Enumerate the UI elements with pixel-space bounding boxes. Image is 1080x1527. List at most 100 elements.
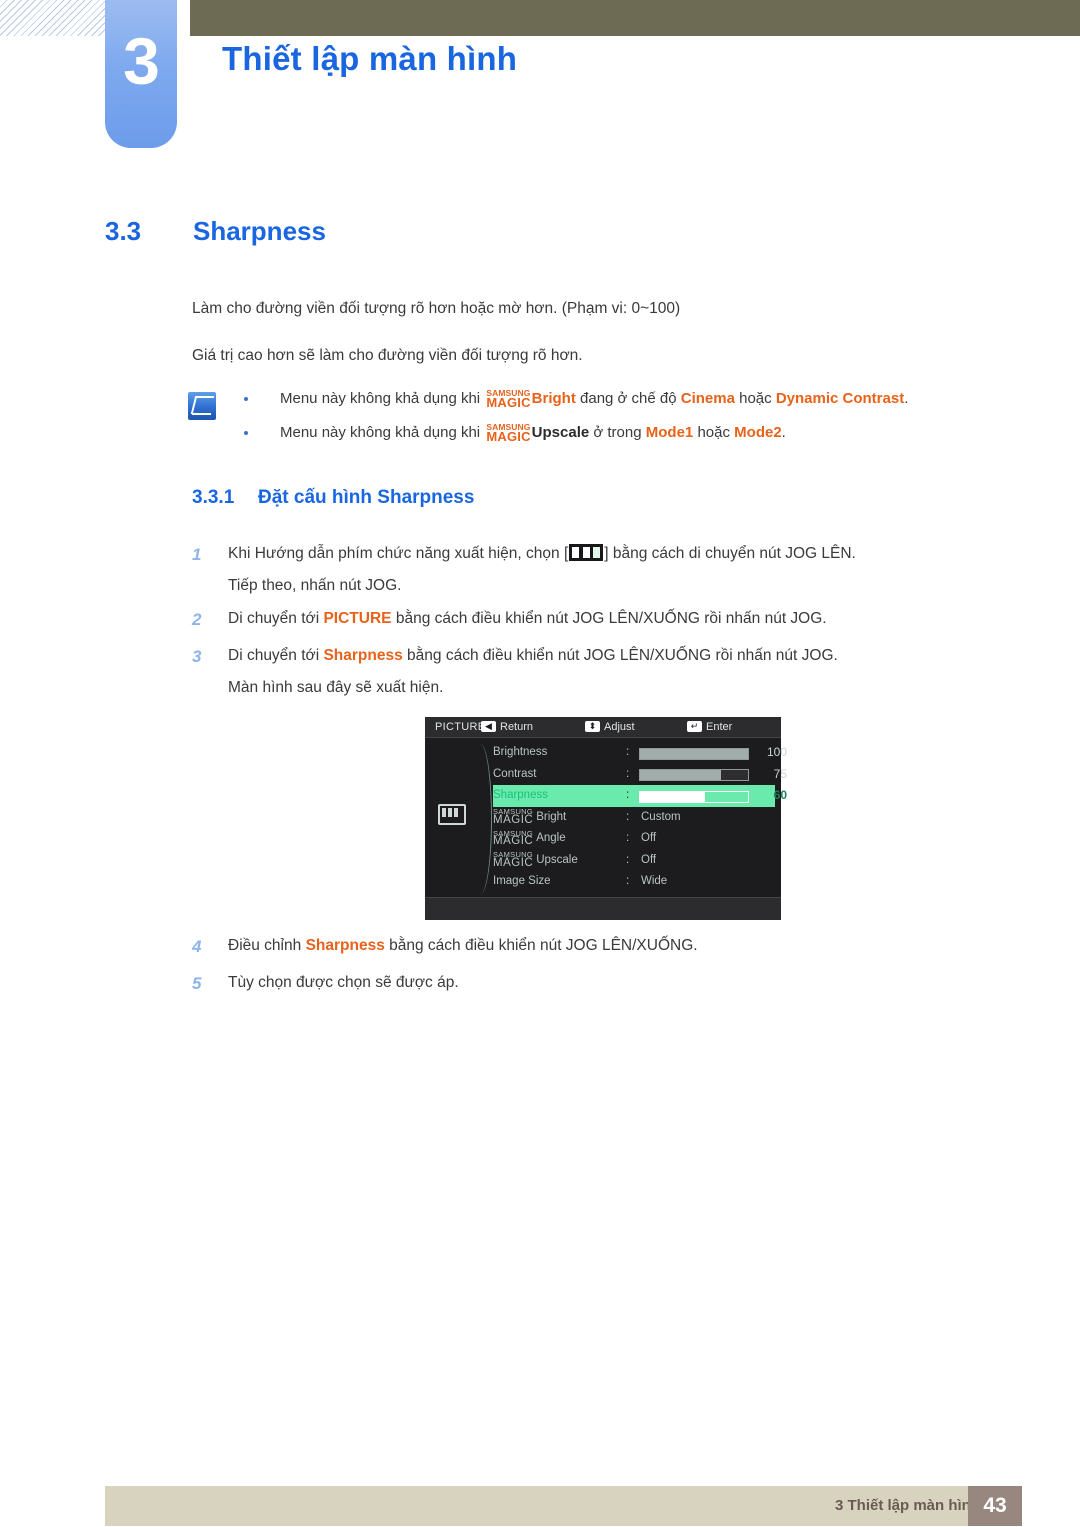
chapter-title: Thiết lập màn hình <box>222 40 518 77</box>
magic-bottom-text: MAGIC <box>493 813 534 826</box>
osd-row-label: Brightness <box>493 746 548 758</box>
intro-paragraph-2: Giá trị cao hơn sẽ làm cho đường viền đố… <box>192 347 583 364</box>
step-text: Điều chỉnh Sharpness bằng cách điều khiể… <box>192 935 1022 957</box>
osd-footer-return[interactable]: ◀ Return <box>481 721 533 733</box>
osd-slider-track <box>703 791 748 802</box>
section-number: 3.3 <box>105 216 142 246</box>
osd-row-magic-upscale[interactable]: SAMSUNG MAGIC Upscale : Off <box>493 850 775 872</box>
step-number: 5 <box>192 974 202 993</box>
step-number: 3 <box>192 647 202 666</box>
picture-menu-icon <box>569 544 604 561</box>
osd-footer-adjust[interactable]: ⬍ Adjust <box>585 721 635 733</box>
note-period: . <box>781 424 786 441</box>
osd-menu-image: PICTURE Brightness : 100 Contrast : 75 S… <box>425 717 787 920</box>
osd-row-colon: : <box>626 789 630 801</box>
osd-slider[interactable] <box>639 769 749 781</box>
osd-row-colon: : <box>626 746 630 758</box>
osd-row-list: Brightness : 100 Contrast : 75 Sharpness… <box>493 742 787 893</box>
note-block: Menu này không khả dụng khi SAMSUNG MAGIC… <box>188 388 1018 456</box>
osd-body: Brightness : 100 Contrast : 75 Sharpness… <box>425 738 787 920</box>
step-text-part-a: Khi Hướng dẫn phím chức năng xuất hiện, … <box>228 545 569 562</box>
osd-row-colon: : <box>626 832 630 844</box>
step-text-part-b: bằng cách điều khiển nút JOG LÊN/XUỐNG r… <box>407 647 838 664</box>
step-text-part-a: Điều chỉnh <box>228 937 302 954</box>
step-4: 4 Điều chỉnh Sharpness bằng cách điều kh… <box>192 935 1022 957</box>
enter-key-icon: ↵ <box>687 721 702 732</box>
osd-row-magic-angle[interactable]: SAMSUNG MAGIC Angle : Off <box>493 828 775 850</box>
note-text-mid: ở trong <box>593 424 642 441</box>
icon-bar-1 <box>442 808 446 817</box>
samsung-magic-logo: SAMSUNG MAGIC <box>493 829 534 847</box>
osd-row-label: Image Size <box>493 875 551 887</box>
note-item: Menu này không khả dụng khi SAMSUNG MAGIC… <box>188 422 1018 456</box>
section-heading: 3.3 Sharpness <box>105 216 985 247</box>
magic-bottom-text: MAGIC <box>493 835 534 847</box>
step-text-part-b: bằng cách điều khiển nút JOG LÊN/XUỐNG r… <box>395 610 827 627</box>
osd-footer-label: Enter <box>706 721 733 733</box>
step-text: Di chuyển tới PICTURE bằng cách điều khi… <box>192 608 1022 630</box>
osd-row-magic-bright[interactable]: SAMSUNG MAGIC Bright : Custom <box>493 807 775 829</box>
note-value-1: Mode1 <box>645 424 694 441</box>
osd-row-label-text: Bright <box>536 810 567 823</box>
chapter-number: 3 <box>123 24 160 98</box>
osd-row-value: 60 <box>773 788 787 802</box>
osd-slider-fill <box>640 770 721 780</box>
osd-row-label: Contrast <box>493 767 537 780</box>
osd-row-brightness[interactable]: Brightness : 100 <box>493 742 787 764</box>
osd-row-contrast[interactable]: Contrast : 75 <box>493 764 787 786</box>
page-header: 3 Thiết lập màn hình <box>0 0 1080 160</box>
note-text-before: Menu này không khả dụng khi <box>280 390 481 407</box>
step-emphasis: Sharpness <box>305 937 385 954</box>
osd-row-value: Wide <box>641 875 668 887</box>
samsung-magic-logo: SAMSUNG MAGIC <box>486 422 531 444</box>
step-number: 2 <box>192 610 202 629</box>
samsung-magic-logo: SAMSUNG MAGIC <box>486 388 530 409</box>
picture-menu-icon <box>438 804 466 825</box>
osd-row-label-text: Angle <box>536 832 566 844</box>
osd-slider[interactable] <box>639 790 749 803</box>
section-title: Sharpness <box>193 216 326 246</box>
note-value-1: Cinema <box>680 390 735 407</box>
icon-bar-2 <box>448 808 452 817</box>
step-text-part-a: Di chuyển tới <box>228 647 320 664</box>
magic-bottom-text: MAGIC <box>493 856 534 869</box>
step-2: 2 Di chuyển tới PICTURE bằng cách điều k… <box>192 608 1022 630</box>
icon-bar-3 <box>593 547 601 558</box>
note-text-mid: đang ở chế độ <box>580 390 677 407</box>
osd-slider[interactable] <box>639 747 749 760</box>
note-period: . <box>904 390 909 407</box>
step-text: Khi Hướng dẫn phím chức năng xuất hiện, … <box>192 543 1022 565</box>
icon-bar-1 <box>572 547 580 558</box>
osd-curve-decoration <box>469 744 492 894</box>
osd-row-label: SAMSUNG MAGIC Bright <box>493 807 566 829</box>
osd-row-image-size[interactable]: Image Size : Wide <box>493 871 775 893</box>
osd-row-value: Custom <box>641 810 681 823</box>
step-text-part-b: bằng cách điều khiển nút JOG LÊN/XUỐNG. <box>389 937 698 954</box>
note-feature: Bright <box>531 390 576 407</box>
footer-chapter-label: 3 Thiết lập màn hình <box>834 1497 980 1514</box>
page-number: 43 <box>968 1486 1022 1526</box>
step-text-part-a: Di chuyển tới <box>228 610 320 627</box>
step-5: 5 Tùy chọn được chọn sẽ được áp. <box>192 972 1022 994</box>
step-text: Tùy chọn được chọn sẽ được áp. <box>228 974 459 991</box>
magic-bottom-text: MAGIC <box>486 429 531 444</box>
step-text-line2: Tiếp theo, nhấn nút JOG. <box>228 577 402 595</box>
icon-bar-2 <box>582 547 590 558</box>
intro-paragraph-1: Làm cho đường viền đối tượng rõ hơn hoặc… <box>192 300 681 317</box>
osd-footer-enter[interactable]: ↵ Enter <box>687 721 732 733</box>
bullet-dot <box>244 397 248 401</box>
subsection-heading: 3.3.1 Đặt cấu hình Sharpness <box>192 487 474 509</box>
osd-row-label: SAMSUNG MAGIC Angle <box>493 828 566 850</box>
osd-footer-label: Adjust <box>604 721 635 733</box>
step-emphasis: Sharpness <box>323 647 403 664</box>
step-text: Di chuyển tới Sharpness bằng cách điều k… <box>192 645 1022 667</box>
icon-bar-3 <box>454 808 458 817</box>
osd-row-colon: : <box>626 767 630 780</box>
samsung-magic-logo: SAMSUNG MAGIC <box>493 808 534 826</box>
step-text-line2: Màn hình sau đây sẽ xuất hiện. <box>228 679 444 697</box>
osd-row-sharpness[interactable]: Sharpness : 60 <box>493 785 787 807</box>
note-text-before: Menu này không khả dụng khi <box>280 424 481 441</box>
osd-slider-fill <box>640 748 748 759</box>
subsection-title: Đặt cấu hình Sharpness <box>258 487 475 508</box>
osd-slider-fill <box>640 791 705 802</box>
